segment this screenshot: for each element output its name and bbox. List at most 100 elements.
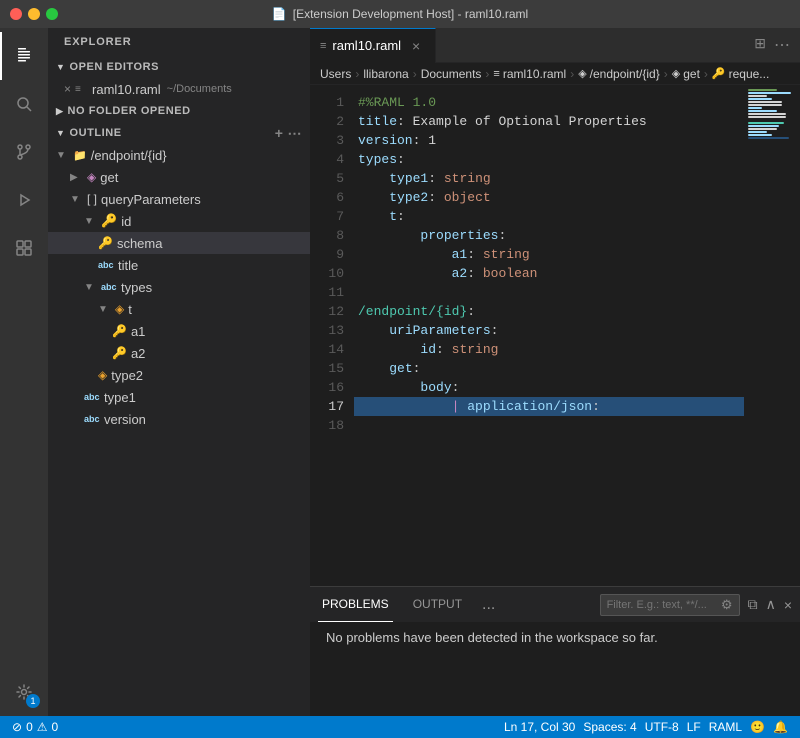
- outline-item-a1[interactable]: 🔑 a1: [48, 320, 310, 342]
- code-line-12: /endpoint/{id}:: [354, 302, 744, 321]
- code-content[interactable]: #%RAML 1.0 title: Example of Optional Pr…: [354, 85, 744, 586]
- code-line-15: get:: [354, 359, 744, 378]
- breadcrumb-users[interactable]: Users: [320, 67, 351, 81]
- outline-item-version[interactable]: abc version: [48, 408, 310, 430]
- status-face[interactable]: 🙂: [746, 716, 769, 738]
- type1-label: type1: [104, 390, 136, 405]
- status-line-ending[interactable]: LF: [683, 716, 705, 738]
- spaces-info: Spaces: 4: [583, 720, 636, 734]
- copy-output-icon[interactable]: ⧉: [748, 596, 758, 613]
- no-folder-label: No Folder Opened: [67, 105, 190, 117]
- debug-icon[interactable]: [0, 176, 48, 224]
- minimize-button[interactable]: [28, 8, 40, 20]
- code-line-14: id: string: [354, 340, 744, 359]
- breadcrumb-llibarona[interactable]: llibarona: [363, 67, 408, 81]
- files-icon[interactable]: [0, 32, 48, 80]
- a1-key-icon: 🔑: [112, 324, 127, 338]
- warning-icon: ⚠: [37, 720, 48, 734]
- minimap-content: [748, 89, 796, 140]
- breadcrumb-file[interactable]: ≡ raml10.raml: [493, 67, 566, 81]
- outline-item-t[interactable]: ▼ ◈ t: [48, 298, 310, 320]
- no-folder-section[interactable]: ▶ No Folder Opened: [48, 100, 310, 122]
- code-line-6: type2: object: [354, 188, 744, 207]
- code-line-2: title: Example of Optional Properties: [354, 112, 744, 131]
- filter-settings-icon[interactable]: ⚙: [721, 597, 733, 613]
- outline-item-endpoint[interactable]: ▼ 📁 /endpoint/{id}: [48, 144, 310, 166]
- outline-item-a2[interactable]: 🔑 a2: [48, 342, 310, 364]
- outline-item-title[interactable]: abc title: [48, 254, 310, 276]
- tab-close-button[interactable]: ×: [407, 37, 425, 55]
- a2-label: a2: [131, 346, 145, 361]
- breadcrumb-request[interactable]: 🔑 reque...: [712, 67, 769, 81]
- extensions-icon[interactable]: [0, 224, 48, 272]
- outline-add-icon[interactable]: +: [275, 125, 284, 142]
- outline-more-icon[interactable]: ⋯: [287, 125, 302, 142]
- code-line-11: [354, 283, 744, 302]
- no-folder-chevron: ▶: [56, 106, 63, 117]
- endpoint-chevron: ▼: [56, 150, 70, 161]
- error-count: 0: [26, 720, 33, 734]
- code-line-4: types:: [354, 150, 744, 169]
- status-bell[interactable]: 🔔: [769, 716, 792, 738]
- title-file-icon: 📄: [272, 7, 287, 21]
- code-editor[interactable]: 12345 678910 1112131415 161718 #%RAML 1.…: [310, 85, 800, 586]
- search-icon[interactable]: [0, 80, 48, 128]
- endpoint-label: /endpoint/{id}: [91, 148, 167, 163]
- outline-item-id[interactable]: ▼ 🔑 id: [48, 210, 310, 232]
- sidebar-header: Explorer: [48, 28, 310, 56]
- status-language[interactable]: RAML: [705, 716, 746, 738]
- outline-item-schema[interactable]: 🔑 schema: [48, 232, 310, 254]
- status-errors[interactable]: ⊘ 0 ⚠ 0: [8, 716, 62, 738]
- code-line-13: uriParameters:: [354, 321, 744, 340]
- line-numbers: 12345 678910 1112131415 161718: [310, 85, 354, 586]
- id-label: id: [121, 214, 131, 229]
- no-problems-message: No problems have been detected in the wo…: [326, 630, 658, 645]
- tab-raml10[interactable]: ≡ raml10.raml ×: [310, 28, 436, 63]
- outline-item-queryparams[interactable]: ▼ [ ] queryParameters: [48, 188, 310, 210]
- open-file-item[interactable]: × ≡ raml10.raml ~/Documents: [48, 78, 310, 100]
- close-file-icon[interactable]: ×: [64, 82, 71, 96]
- outline-item-get[interactable]: ▶ ◈ get: [48, 166, 310, 188]
- t-cube-icon: ◈: [115, 302, 124, 316]
- maximize-button[interactable]: [46, 8, 58, 20]
- tabs-bar: ≡ raml10.raml × ⊞ ⋯: [310, 28, 800, 63]
- settings-badge: 1: [26, 694, 40, 708]
- breadcrumb-get[interactable]: ◈ get: [672, 67, 700, 81]
- filter-input[interactable]: [607, 599, 717, 611]
- sidebar: Explorer ▼ Open Editors × ≡ raml10.raml …: [48, 28, 310, 716]
- outline-actions: + ⋯: [275, 125, 302, 142]
- outline-label: Outline: [69, 127, 121, 139]
- close-button[interactable]: [10, 8, 22, 20]
- settings-icon[interactable]: 1: [0, 668, 48, 716]
- status-cursor[interactable]: Ln 17, Col 30: [500, 716, 579, 738]
- split-editor-icon[interactable]: ⊞: [752, 33, 768, 57]
- id-key-icon: 🔑: [101, 213, 117, 229]
- breadcrumb-documents[interactable]: Documents: [421, 67, 482, 81]
- editor-area: ≡ raml10.raml × ⊞ ⋯ Users › llibarona › …: [310, 28, 800, 716]
- more-tabs-icon[interactable]: ⋯: [772, 33, 792, 57]
- open-editors-label: Open Editors: [69, 61, 159, 73]
- collapse-panel-icon[interactable]: ∧: [766, 596, 776, 613]
- open-editors-section[interactable]: ▼ Open Editors: [48, 56, 310, 78]
- t-label: t: [128, 302, 132, 317]
- title-text: [Extension Development Host] - raml10.ra…: [293, 7, 528, 21]
- filter-box[interactable]: ⚙: [600, 594, 740, 616]
- status-spaces[interactable]: Spaces: 4: [579, 716, 640, 738]
- source-control-icon[interactable]: [0, 128, 48, 176]
- tab-more-icon[interactable]: ...: [482, 596, 495, 614]
- queryparams-chevron: ▼: [70, 194, 84, 205]
- close-panel-icon[interactable]: ×: [784, 597, 792, 613]
- minimap: [744, 85, 800, 586]
- encoding-info: UTF-8: [645, 720, 679, 734]
- outline-item-type1[interactable]: abc type1: [48, 386, 310, 408]
- outline-section[interactable]: ▼ Outline + ⋯: [48, 122, 310, 144]
- breadcrumb-endpoint[interactable]: ◈ /endpoint/{id}: [578, 67, 660, 81]
- version-label: version: [104, 412, 146, 427]
- tab-output[interactable]: OUTPUT: [409, 587, 466, 622]
- status-encoding[interactable]: UTF-8: [641, 716, 683, 738]
- outline-item-types[interactable]: ▼ abc types: [48, 276, 310, 298]
- queryparams-label: queryParameters: [101, 192, 201, 207]
- folder-icon: 📁: [73, 149, 87, 162]
- outline-item-type2[interactable]: ◈ type2: [48, 364, 310, 386]
- tab-problems[interactable]: PROBLEMS: [318, 587, 393, 622]
